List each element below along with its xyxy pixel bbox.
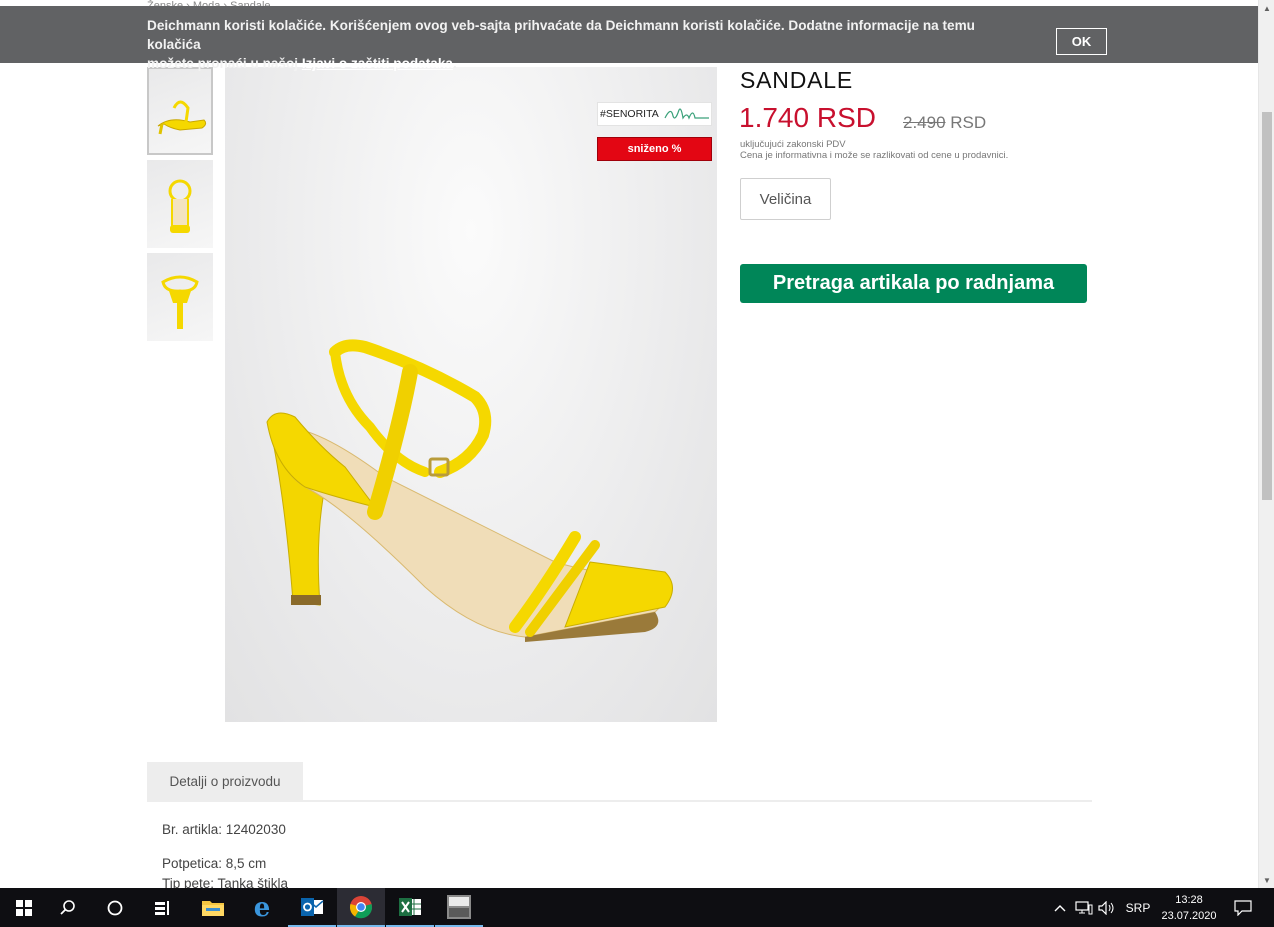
sandal-side-thumbnail-icon	[157, 100, 207, 135]
privacy-policy-link[interactable]: Izjavi o zaštiti podataka	[302, 56, 453, 71]
scroll-thumb[interactable]	[1262, 112, 1272, 500]
old-price-currency: RSD	[945, 113, 987, 132]
thumbnail-3[interactable]	[147, 253, 213, 341]
cortana-icon[interactable]	[91, 888, 139, 927]
sandal-front-thumbnail-icon	[168, 179, 192, 233]
notifications-icon[interactable]	[1228, 888, 1258, 927]
vat-note: uključujući zakonski PDV Cena je informa…	[740, 139, 1008, 161]
main-product-image[interactable]: #SENORITA sniženo %	[225, 67, 717, 722]
current-price: 1.740 RSD	[739, 102, 876, 133]
tab-divider	[147, 800, 1092, 802]
task-view-icon[interactable]	[139, 888, 187, 927]
size-select-button[interactable]: Veličina	[740, 178, 831, 220]
signature-icon	[664, 108, 709, 120]
chrome-icon[interactable]	[337, 888, 385, 927]
yellow-sandal-illustration	[266, 339, 673, 642]
tray-chevron-up-icon[interactable]	[1050, 888, 1070, 927]
page-scrollbar[interactable]: ▲ ▼	[1258, 0, 1274, 888]
scroll-down-arrow-icon[interactable]: ▼	[1259, 872, 1274, 888]
cookie-banner: Deichmann koristi kolačiće. Korišćenjem …	[0, 6, 1258, 71]
vat-note-line2: Cena je informativna i može se razlikova…	[740, 150, 1009, 161]
edge-icon[interactable]: e	[238, 888, 286, 927]
cookie-ok-button[interactable]: OK	[1056, 28, 1107, 55]
detail-heel-height: Potpetica: 8,5 cm	[162, 856, 267, 871]
clock-date: 23.07.2020	[1161, 910, 1217, 922]
senorita-badge: #SENORITA	[597, 102, 712, 126]
volume-icon[interactable]	[1097, 888, 1117, 927]
store-search-button[interactable]: Pretraga artikala po radnjama	[740, 264, 1087, 303]
clock-time: 13:28	[1175, 894, 1203, 906]
tab-product-details[interactable]: Detalji o proizvodu	[147, 762, 303, 800]
old-price-value: 2.490	[903, 113, 946, 132]
vat-note-line1: uključujući zakonski PDV	[740, 139, 846, 150]
app-icon[interactable]	[435, 888, 483, 927]
sandal-back-thumbnail-icon	[161, 275, 199, 329]
outlook-icon[interactable]	[288, 888, 336, 927]
thumbnail-1[interactable]	[147, 67, 213, 155]
windows-taskbar: e SRP 13:28 23.07.2020	[0, 888, 1274, 927]
cookie-text-line1: Deichmann koristi kolačiće. Korišćenjem …	[147, 18, 975, 52]
cookie-text-end: .	[452, 56, 457, 71]
cookie-text-line2: možete pronaći u našoj	[147, 56, 302, 71]
windows-start-icon[interactable]	[0, 888, 48, 927]
file-explorer-icon[interactable]	[189, 888, 237, 927]
scroll-up-arrow-icon[interactable]: ▲	[1259, 0, 1274, 16]
excel-icon[interactable]	[386, 888, 434, 927]
thumbnail-2[interactable]	[147, 160, 213, 248]
search-icon[interactable]	[44, 888, 92, 927]
sale-badge: sniženo %	[597, 137, 712, 161]
system-clock[interactable]: 13:28 23.07.2020	[1160, 892, 1218, 924]
language-indicator[interactable]: SRP	[1122, 888, 1154, 927]
network-icon[interactable]	[1073, 888, 1095, 927]
detail-article-number: Br. artikla: 12402030	[162, 822, 286, 837]
cookie-banner-text: Deichmann koristi kolačiće. Korišćenjem …	[147, 16, 1027, 73]
old-price: 2.490 RSD	[903, 113, 986, 133]
senorita-badge-text: #SENORITA	[600, 108, 659, 120]
